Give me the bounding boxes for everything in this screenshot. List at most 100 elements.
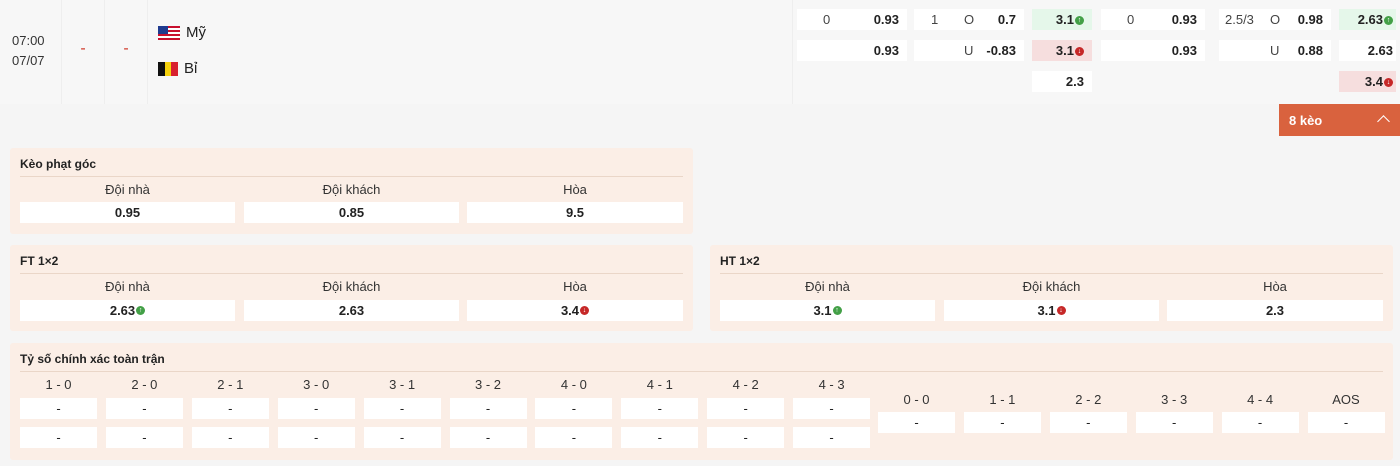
arrow-down-icon: ↓ [1075, 47, 1084, 57]
score-odds-cell[interactable]: - [277, 427, 355, 448]
ht-1x2-away[interactable]: 2.63 [1339, 40, 1396, 61]
ht-under-odds: 0.88 [1297, 43, 1323, 58]
ht-under-label: U [1270, 43, 1280, 58]
ft-header-home: Đội nhà [105, 279, 150, 294]
score-header: 4 - 0 [560, 377, 587, 392]
divider [20, 273, 683, 274]
score-odds-cell[interactable]: - [105, 427, 183, 448]
score-header: 2 - 2 [1075, 392, 1102, 407]
score-header: 4 - 3 [818, 377, 845, 392]
corner-draw-odds[interactable]: 9.5 [467, 202, 683, 223]
ht-handicap-away[interactable]: 0.93 [1101, 40, 1205, 61]
score-odds-cell[interactable]: - [621, 398, 699, 419]
ft-draw-box[interactable]: 3.4 ↓ [467, 300, 683, 321]
score-odds-cell[interactable]: - [793, 398, 871, 419]
ht-home-box[interactable]: 3.1 ↑ [720, 300, 935, 321]
ht-title: HT 1×2 [720, 254, 760, 268]
home-score: - [80, 40, 86, 57]
corner-header-away: Đội khách [322, 182, 381, 197]
score-header: 4 - 1 [646, 377, 673, 392]
ht-1x2-panel: HT 1×2 Đội nhà Đội khách Hòa 3.1 ↑ 3.1 ↓ 2… [710, 245, 1393, 331]
ft-header-draw: Hòa [563, 279, 587, 294]
ft-1x2-away[interactable]: 3.1 ↓ [1032, 40, 1092, 61]
ft-1x2-panel: FT 1×2 Đội nhà Đội khách Hòa 2.63 ↑ 2.63 … [10, 245, 693, 331]
ht-1x2-home-odds: 2.63 [1357, 12, 1383, 27]
score-odds-cell[interactable]: - [878, 412, 955, 433]
score-odds-cell[interactable]: - [20, 398, 97, 419]
corner-header-home: Đội nhà [105, 182, 150, 197]
score-odds-cell[interactable]: - [20, 427, 97, 448]
ft-over-label: O [964, 12, 975, 27]
score-odds-cell[interactable]: - [707, 427, 785, 448]
ft-1x2-draw-odds: 2.3 [1065, 74, 1084, 89]
ht-handicap-line: 0 [1127, 12, 1135, 27]
correct-score-panel: Tỷ số chính xác toàn trận 1 - 0--2 - 0--… [10, 343, 1393, 460]
ft-1x2-away-odds: 3.1 [1055, 43, 1074, 58]
ft-handicap-home-odds: 0.93 [873, 12, 899, 27]
arrow-up-icon: ↑ [1075, 16, 1084, 26]
score-header: 4 - 4 [1247, 392, 1274, 407]
belgium-flag-icon [158, 61, 179, 76]
score-odds-cell[interactable]: - [363, 398, 441, 419]
ht-1x2-away-odds: 2.63 [1367, 43, 1393, 58]
away-team[interactable]: Bỉ [158, 60, 197, 77]
home-team[interactable]: Mỹ [158, 24, 206, 41]
score-odds-cell[interactable]: - [707, 398, 785, 419]
ht-handicap-home[interactable]: 0 0.93 [1101, 9, 1205, 30]
score-odds-cell[interactable]: - [105, 398, 183, 419]
match-time-column: 07:00 07/07 [0, 0, 62, 104]
corner-header-draw: Hòa [563, 182, 587, 197]
score-header: 2 - 1 [217, 377, 244, 392]
kickoff-time: 07:00 [12, 33, 45, 48]
score-odds-cell[interactable]: - [963, 412, 1041, 433]
score-odds-cell[interactable]: - [793, 427, 871, 448]
ht-away-box[interactable]: 3.1 ↓ [944, 300, 1159, 321]
score-odds-cell[interactable]: - [535, 398, 613, 419]
ft-away-odds[interactable]: 2.63 [244, 300, 459, 321]
ft-ou-line: 1 [931, 12, 939, 27]
ft-1x2-draw[interactable]: 2.3 [1032, 71, 1092, 92]
divider [20, 176, 683, 177]
home-team-name: Mỹ [186, 24, 206, 41]
score-header: 1 - 0 [45, 377, 72, 392]
ft-1x2-home[interactable]: 3.1 ↑ [1032, 9, 1092, 30]
score-odds-cell[interactable]: - [363, 427, 441, 448]
score-odds-cell[interactable]: - [191, 427, 269, 448]
score-odds-cell[interactable]: - [449, 398, 527, 419]
ht-under[interactable]: U 0.88 [1219, 40, 1331, 61]
ft-handicap-away-odds: 0.93 [873, 43, 899, 58]
score-odds-cell[interactable]: - [449, 427, 527, 448]
ht-1x2-draw[interactable]: 3.4 ↓ [1339, 71, 1396, 92]
arrow-down-icon: ↓ [1384, 78, 1393, 88]
score-odds-cell[interactable]: - [1307, 412, 1385, 433]
ft-home-odds: 2.63 [109, 303, 136, 318]
match-row: 07:00 07/07 - - Mỹ Bỉ 0 0.93 0.93 1 O 0.… [0, 0, 1400, 104]
ht-over[interactable]: 2.5/3 O 0.98 [1219, 9, 1331, 30]
score-odds-cell[interactable]: - [191, 398, 269, 419]
corner-away-odds[interactable]: 0.85 [244, 202, 459, 223]
score-odds-cell[interactable]: - [621, 427, 699, 448]
ht-draw-odds[interactable]: 2.3 [1167, 300, 1383, 321]
corner-home-odds[interactable]: 0.95 [20, 202, 235, 223]
ft-handicap-home[interactable]: 0 0.93 [797, 9, 907, 30]
score-header: 1 - 1 [989, 392, 1016, 407]
chevron-up-icon [1377, 115, 1390, 128]
ft-under[interactable]: U -0.83 [914, 40, 1024, 61]
ht-header-away: Đội khách [1022, 279, 1081, 294]
ft-over[interactable]: 1 O 0.7 [914, 9, 1024, 30]
ft-handicap-away[interactable]: 0.93 [797, 40, 907, 61]
ft-under-label: U [964, 43, 974, 58]
away-score: - [123, 40, 129, 57]
score-odds-cell[interactable]: - [1135, 412, 1213, 433]
score-header: 3 - 3 [1161, 392, 1188, 407]
divider [720, 273, 1383, 274]
score-odds-cell[interactable]: - [1221, 412, 1299, 433]
score-odds-cell[interactable]: - [1049, 412, 1127, 433]
score-odds-cell[interactable]: - [535, 427, 613, 448]
ht-1x2-home[interactable]: 2.63 ↑ [1339, 9, 1396, 30]
more-bets-button[interactable]: 8 kèo [1279, 104, 1400, 136]
ft-handicap-line: 0 [823, 12, 831, 27]
ht-over-odds: 0.98 [1297, 12, 1323, 27]
ft-home-box[interactable]: 2.63 ↑ [20, 300, 235, 321]
score-odds-cell[interactable]: - [277, 398, 355, 419]
